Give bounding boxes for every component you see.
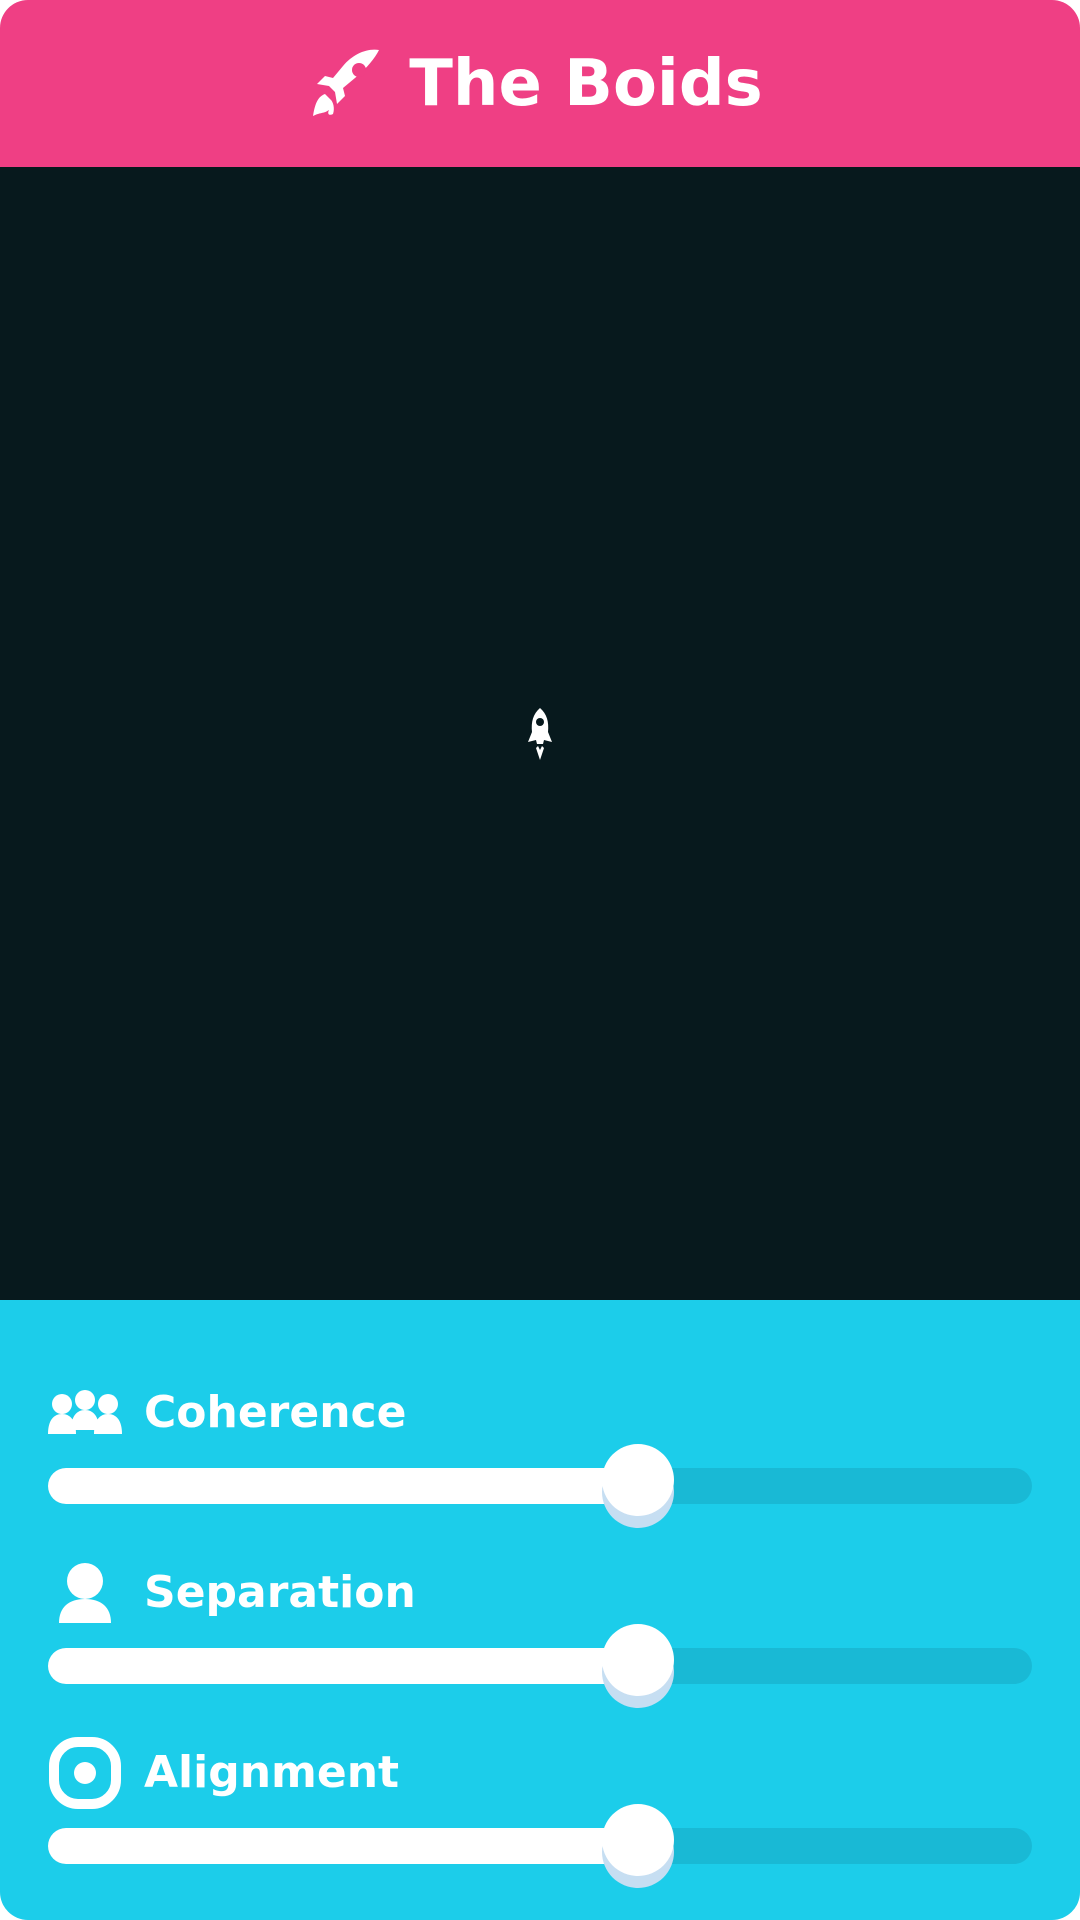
- target-icon: [48, 1736, 122, 1810]
- alignment-label: Alignment: [144, 1747, 400, 1798]
- app-window: The Boids Coherence Separation Alignment: [0, 0, 1080, 1920]
- boids-canvas[interactable]: [0, 167, 1080, 1300]
- header-title-group: The Boids: [307, 44, 763, 124]
- coherence-label-row: Coherence: [48, 1376, 406, 1450]
- header: The Boids: [0, 0, 1080, 167]
- separation-control: Separation: [0, 1556, 1080, 1726]
- controls-panel: Coherence Separation Alignment: [0, 1300, 1080, 1920]
- group-icon: [48, 1376, 122, 1450]
- person-icon: [48, 1556, 122, 1630]
- coherence-slider-fill: [48, 1468, 638, 1504]
- boid-rocket-icon: [526, 708, 554, 760]
- alignment-control: Alignment: [0, 1736, 1080, 1906]
- alignment-label-row: Alignment: [48, 1736, 399, 1810]
- separation-slider[interactable]: [48, 1624, 1032, 1708]
- rocket-icon: [307, 44, 387, 124]
- coherence-control: Coherence: [0, 1376, 1080, 1546]
- alignment-slider-fill: [48, 1828, 638, 1864]
- coherence-label: Coherence: [144, 1387, 407, 1438]
- separation-slider-fill: [48, 1648, 638, 1684]
- coherence-slider[interactable]: [48, 1444, 1032, 1528]
- alignment-slider-thumb[interactable]: [602, 1804, 674, 1888]
- app-title: The Boids: [409, 46, 763, 121]
- separation-label: Separation: [144, 1567, 416, 1618]
- alignment-slider[interactable]: [48, 1804, 1032, 1888]
- separation-label-row: Separation: [48, 1556, 416, 1630]
- coherence-slider-thumb[interactable]: [602, 1444, 674, 1528]
- separation-slider-thumb[interactable]: [602, 1624, 674, 1708]
